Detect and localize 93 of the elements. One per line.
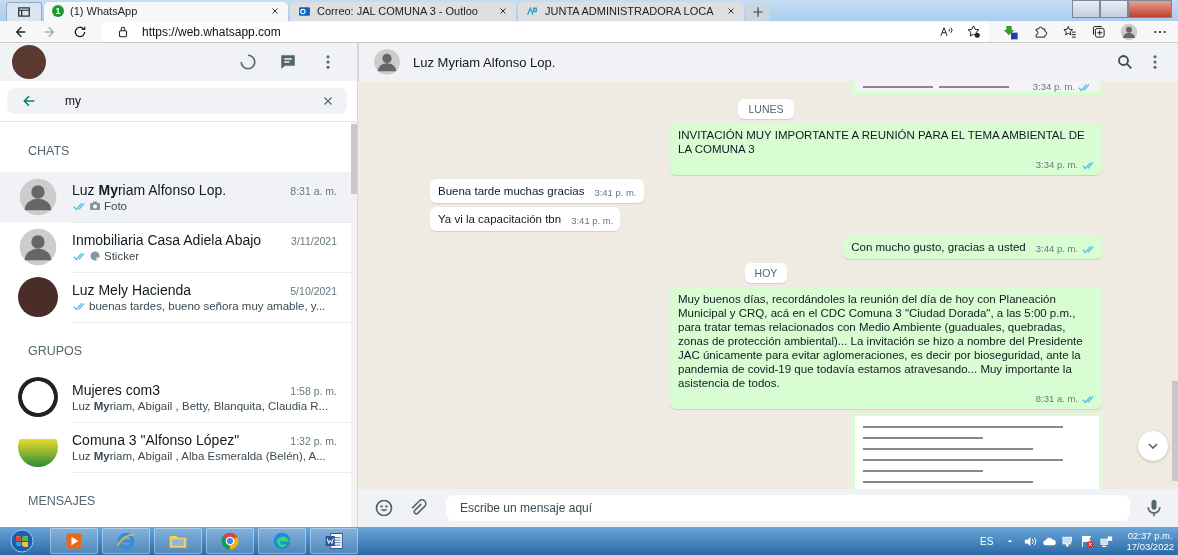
message-preview: Foto bbox=[104, 199, 127, 212]
browser-tab[interactable]: Correo: JAL COMUNA 3 - Outloo bbox=[290, 1, 516, 21]
star-icon[interactable] bbox=[966, 24, 981, 40]
taskbar-button[interactable] bbox=[102, 528, 150, 555]
browser-icon bbox=[272, 531, 292, 552]
taskbar-button[interactable] bbox=[50, 528, 98, 555]
favorites-icon[interactable] bbox=[1062, 24, 1077, 40]
scrollbar-thumb[interactable] bbox=[1172, 381, 1178, 482]
emoji-icon[interactable] bbox=[374, 498, 394, 519]
date-label: LUNES bbox=[738, 99, 794, 120]
message-preview: Luz Myriam, Abigail , Betty, Blanquita, Claudia R... bbox=[72, 399, 329, 412]
section-heading: CHATS bbox=[27, 143, 71, 161]
document-icon bbox=[324, 531, 344, 552]
address-field[interactable]: https://web.whatsapp.com bbox=[102, 21, 989, 42]
group-avatar bbox=[18, 377, 58, 418]
chat-item[interactable]: Luz Mely Hacienda 5/10/2021 buenas tardes, bueno señora muy amable, y... bbox=[0, 272, 351, 323]
chat-time: 1:58 p. m. bbox=[290, 384, 337, 397]
chat-name: Luz Myriam Alfonso Lop. bbox=[72, 181, 227, 198]
scrollbar-thumb[interactable] bbox=[351, 124, 357, 195]
message-preview: Sticker bbox=[104, 249, 140, 262]
avatar-photo bbox=[18, 277, 58, 318]
browser-tab[interactable]: 1 (1) WhatsApp bbox=[44, 1, 288, 21]
microphone-icon[interactable] bbox=[1144, 498, 1164, 519]
message-time: 3:34 p. m. bbox=[1035, 158, 1078, 173]
search-field[interactable]: my bbox=[65, 94, 293, 109]
contact-name[interactable]: Luz Myriam Alfonso Lop. bbox=[413, 54, 556, 70]
section-heading: MENSAJES bbox=[27, 493, 97, 511]
chat-item[interactable]: Luz Myriam Alfonso Lop. 8:31 a. m. Foto bbox=[0, 172, 351, 223]
status-icon[interactable] bbox=[239, 53, 257, 72]
tab-title: JUNTA ADMINISTRADORA LOCA bbox=[545, 5, 715, 18]
collections-icon[interactable] bbox=[1091, 24, 1106, 40]
plus-icon bbox=[751, 4, 765, 19]
message-time: 3:41 p. m. bbox=[571, 214, 614, 229]
flag-icon[interactable] bbox=[1080, 533, 1096, 549]
avatar-icon bbox=[18, 227, 58, 268]
browser-tab[interactable]: JUNTA ADMINISTRADORA LOCA bbox=[518, 1, 744, 21]
message-time: 3:41 p. m. bbox=[594, 186, 637, 201]
camera-icon bbox=[89, 199, 101, 212]
message-time: 3:34 p. m. bbox=[1032, 81, 1075, 93]
language-indicator[interactable]: ES bbox=[980, 535, 994, 547]
message-time: 8:31 a. m. bbox=[1035, 392, 1078, 407]
browser-icon bbox=[220, 531, 240, 552]
taskbar-button[interactable] bbox=[258, 528, 306, 555]
message-time: 3:44 p. m. bbox=[1035, 242, 1078, 257]
profile-photo[interactable] bbox=[12, 45, 46, 80]
chat-name: Inmobiliaria Casa Adiela Abajo bbox=[72, 231, 262, 248]
maximize-button[interactable] bbox=[1100, 0, 1128, 18]
message-text: INVITACIÓN MUY IMPORTANTE A REUNIÓN PARA EL TEMA AMBIENTAL DE LA COMUNA 3 bbox=[678, 128, 1086, 157]
chat-item[interactable]: Comuna 3 "Alfonso López" 1:32 p. m. Luz Myriam, Abigail , Alba Esmeralda (Belén), A... bbox=[0, 422, 351, 473]
message-text: Con mucho gusto, gracias a usted bbox=[851, 240, 1026, 255]
taskbar-button[interactable] bbox=[154, 528, 202, 555]
search-bar[interactable]: my bbox=[7, 88, 347, 115]
tab-title: Correo: JAL COMUNA 3 - Outloo bbox=[317, 5, 479, 18]
taskbar-button[interactable] bbox=[310, 528, 358, 555]
tab-actions-icon[interactable] bbox=[17, 4, 31, 19]
download-icon[interactable] bbox=[1003, 23, 1019, 40]
message-preview: buenas tardes, bueno señora muy amable, y... bbox=[89, 299, 326, 312]
avatar-icon bbox=[18, 177, 58, 218]
avatar-icon[interactable] bbox=[373, 48, 401, 77]
message-input[interactable]: Escribe un mensaje aquí bbox=[446, 495, 1130, 522]
chat-item[interactable]: Mujeres com3 1:58 p. m. Luz Myriam, Abigail , Betty, Blanquita, Claudia R... bbox=[0, 372, 351, 423]
chat-item[interactable]: Inmobiliaria Casa Adiela Abajo 3/11/2021 Sticker bbox=[0, 222, 351, 273]
chat-time: 1:32 p. m. bbox=[290, 434, 337, 447]
clock-date[interactable]: 17/03/2022 bbox=[1126, 541, 1174, 553]
message-text: Buena tarde muchas gracias bbox=[438, 184, 585, 199]
message-text: Ya vi la capacitación tbn bbox=[438, 212, 562, 227]
lock-icon bbox=[116, 24, 130, 39]
chat-time: 8:31 a. m. bbox=[290, 184, 337, 197]
tab-title: (1) WhatsApp bbox=[70, 5, 139, 18]
new-tab-button[interactable] bbox=[746, 2, 770, 21]
chat-name: Luz Mely Hacienda bbox=[72, 281, 192, 298]
chat-name: Comuna 3 "Alfonso López" bbox=[72, 431, 240, 448]
notification-badge: 1 bbox=[52, 5, 64, 18]
site-icon bbox=[526, 4, 539, 18]
chat-name: Mujeres com3 bbox=[72, 381, 160, 398]
minimize-button[interactable] bbox=[1072, 0, 1100, 18]
date-label: HOY bbox=[744, 263, 788, 284]
chat-time: 3/11/2021 bbox=[291, 234, 337, 247]
mail-icon bbox=[298, 4, 311, 18]
message-preview: Luz Myriam, Abigail , Alba Esmeralda (Belén), A... bbox=[72, 449, 326, 462]
url-text: https://web.whatsapp.com bbox=[142, 24, 282, 39]
chat-time: 5/10/2021 bbox=[290, 284, 337, 297]
search-icon[interactable] bbox=[1116, 53, 1134, 72]
puzzle-icon[interactable] bbox=[1033, 24, 1048, 40]
section-heading: GRUPOS bbox=[27, 343, 84, 361]
browser-icon bbox=[116, 531, 136, 552]
message-text: Muy buenos días, recordándoles la reunión del día de hoy con Planeación Municipal y CRQ, acá en el CDC Comuna 3 "Ciudad Dorada", a las 5:00 p.m., para tratar temas relacionados con Medio Ambiente (guaduales, quebradas, zonas de protección ambiental)... La invitación se hizo a nombre del Presidente JAC únicamente para evitar aglomeraciones, es decir por bioseguridad, ante la pandemia de covid-19 que todavía estamos atravesando... Muy importante la asistencia de todos. bbox=[678, 292, 1084, 391]
media-player-icon bbox=[64, 531, 84, 552]
taskbar-button[interactable] bbox=[206, 528, 254, 555]
new-chat-icon[interactable] bbox=[279, 53, 297, 72]
start-button[interactable] bbox=[10, 529, 34, 554]
profile-icon[interactable] bbox=[1120, 22, 1138, 41]
sticker-icon bbox=[89, 249, 101, 262]
